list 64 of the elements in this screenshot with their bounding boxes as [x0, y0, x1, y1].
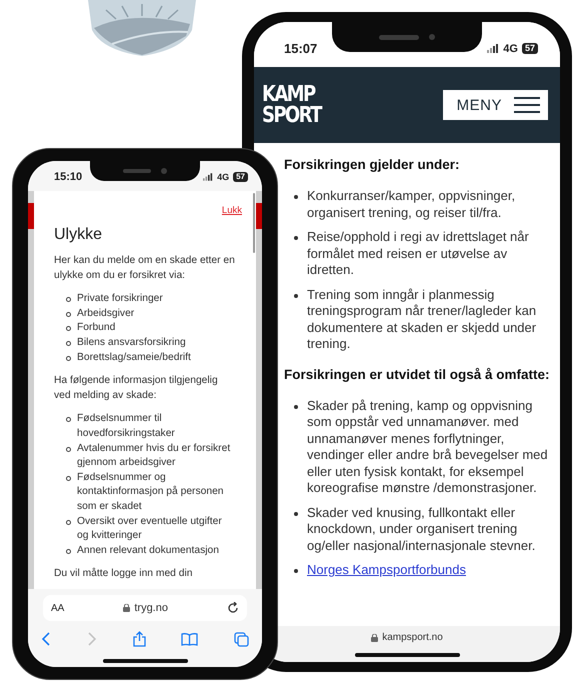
bullet-icon	[294, 236, 298, 240]
header-bar	[256, 203, 262, 229]
lock-icon	[123, 604, 130, 612]
share-icon[interactable]	[132, 631, 146, 647]
bullet-icon	[66, 340, 71, 346]
section-heading: Forsikringen er utvidet til også å omfatte:	[284, 366, 551, 382]
network-label: 4G	[217, 172, 230, 182]
list-item-text: Fødselsnummer til hovedforsikringstaker	[77, 412, 176, 441]
list-item-text: Konkurranser/kamper, oppvisninger, organisert trening, og reiser til/fra.	[307, 188, 516, 221]
list-item-text: Forbund	[77, 321, 116, 336]
scrollbar	[253, 193, 255, 253]
header-bar	[28, 203, 34, 229]
bullet-icon	[294, 195, 298, 199]
book-icon[interactable]	[181, 632, 198, 646]
battery-indicator: 57	[522, 43, 538, 54]
back-icon[interactable]	[41, 632, 51, 646]
bullet-icon	[66, 476, 71, 481]
signal-icon	[487, 44, 500, 53]
bullet-icon	[66, 312, 71, 317]
tabs-icon[interactable]	[234, 632, 249, 646]
bullet-icon	[66, 520, 71, 524]
section-heading: Forsikringen gjelder under:	[284, 157, 461, 172]
text-link[interactable]: Norges Kampsportforbunds	[307, 562, 466, 578]
list-item-text: Bilens ansvarsforsikring	[77, 336, 186, 350]
paragraph: Her kan du melde om en skade etter en ulykke om du er forsikret via:	[54, 254, 236, 283]
modal-title: Ulykke	[54, 226, 104, 244]
list-item-text: Skader på trening, kamp og oppvisning som oppstår ved unnamanøver. med unnamanøver menes forflytninger, vendinger eller andre brå bevegelser med eller uten fysisk kontakt, for eksempel koreografise mønstre /demonstrasjoner.	[307, 398, 549, 496]
list-item-text: Borettslag/sameie/bedrift	[77, 350, 191, 365]
close-link[interactable]: Lukk	[54, 205, 242, 216]
bullet-icon	[66, 297, 71, 302]
lock-icon	[371, 634, 378, 642]
list-item-text: Fødselsnummer og kontaktinformasjon på personen som er skadet	[77, 470, 225, 514]
list-item-text: Reise/opphold i regi av idrettslaget når formålet med reisen er utøvelse av idretten.	[307, 229, 530, 278]
list-item-text: Avtalenummer hvis du er forsikret gjennom arbeidsgiver	[77, 442, 232, 470]
list-item-text: Skader ved knusing, fullkontakt eller knockdown, under organisert trening og/eller nasjonal/internasjonale stevner.	[307, 504, 536, 554]
bullet-icon	[66, 446, 71, 452]
list-item-text: Private forsikringer	[77, 292, 163, 306]
address-bar[interactable]: AA tryg.no	[43, 595, 247, 621]
url-text: tryg.no	[134, 602, 168, 614]
list-item-text: Oversikt over eventuelle utgifter og kvitteringer	[77, 514, 223, 544]
status-time: 15:07	[284, 41, 318, 56]
paragraph: Du vil måtte logge inn med din	[54, 567, 194, 582]
list-item-text: Annen relevant dokumentasjon	[77, 544, 219, 558]
bullet-icon	[294, 294, 298, 298]
text-size-button[interactable]: AA	[51, 602, 64, 614]
bullet-icon	[294, 404, 298, 408]
paragraph: Ha følgende informasjon tilgjengelig ved melding av skade:	[54, 374, 219, 403]
status-time: 15:10	[54, 171, 82, 183]
bullet-icon	[294, 569, 298, 573]
address-field[interactable]: kampsport.no	[371, 632, 443, 643]
bullet-icon	[66, 417, 71, 422]
bullet-icon	[294, 512, 298, 516]
menu-icon	[514, 97, 540, 113]
site-logo[interactable]: KAMP SPORT	[262, 84, 321, 126]
reload-icon[interactable]	[226, 602, 239, 614]
bullet-icon	[66, 356, 71, 361]
battery-indicator: 57	[233, 172, 248, 182]
bullet-icon	[66, 548, 71, 554]
list-item-text: Arbeidsgiver	[77, 306, 134, 321]
signal-icon	[203, 173, 214, 181]
menu-button[interactable]: MENY	[442, 90, 548, 120]
list-item-text: Trening som inngår i planmessig treningsprogram når trener/lagleder kan dokumentere at skaden er skjedd under trening.	[307, 286, 538, 352]
bullet-icon	[66, 326, 71, 332]
network-label: 4G	[503, 42, 518, 54]
